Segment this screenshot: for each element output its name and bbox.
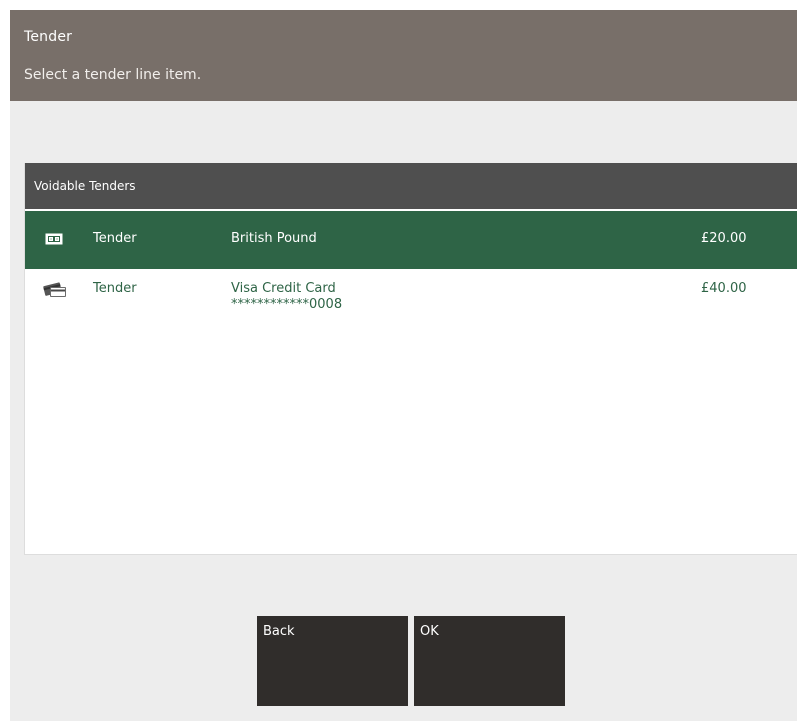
header-bar: Tender Select a tender line item. xyxy=(10,10,797,101)
tender-description-line-1: Visa Credit Card xyxy=(231,281,336,296)
masked-card-number: ************0008 xyxy=(231,297,343,312)
cash-icon xyxy=(43,231,67,247)
tender-row-visa-credit-card[interactable]: Tender Visa Credit Card ************0008… xyxy=(25,269,797,327)
back-button[interactable]: Back xyxy=(257,616,408,706)
panel-header: Voidable Tenders xyxy=(25,163,797,209)
tender-type: Tender xyxy=(93,281,137,296)
page-title: Tender xyxy=(24,29,73,45)
tender-amount: £20.00 xyxy=(701,231,747,246)
tender-row-british-pound[interactable]: Tender British Pound £20.00 xyxy=(25,211,797,269)
panel-title: Voidable Tenders xyxy=(34,179,136,193)
voidable-tenders-panel: Voidable Tenders Tender British Pound £2… xyxy=(24,163,797,555)
tender-description: British Pound xyxy=(231,231,317,246)
tender-amount: £40.00 xyxy=(701,281,747,296)
tender-description: Visa Credit Card ************0008 xyxy=(231,281,342,312)
tender-type: Tender xyxy=(93,231,137,246)
credit-card-icon xyxy=(43,281,67,297)
page-instruction: Select a tender line item. xyxy=(24,67,202,83)
ok-button[interactable]: OK xyxy=(414,616,565,706)
tender-screen: Tender Select a tender line item. Voidab… xyxy=(10,10,797,721)
